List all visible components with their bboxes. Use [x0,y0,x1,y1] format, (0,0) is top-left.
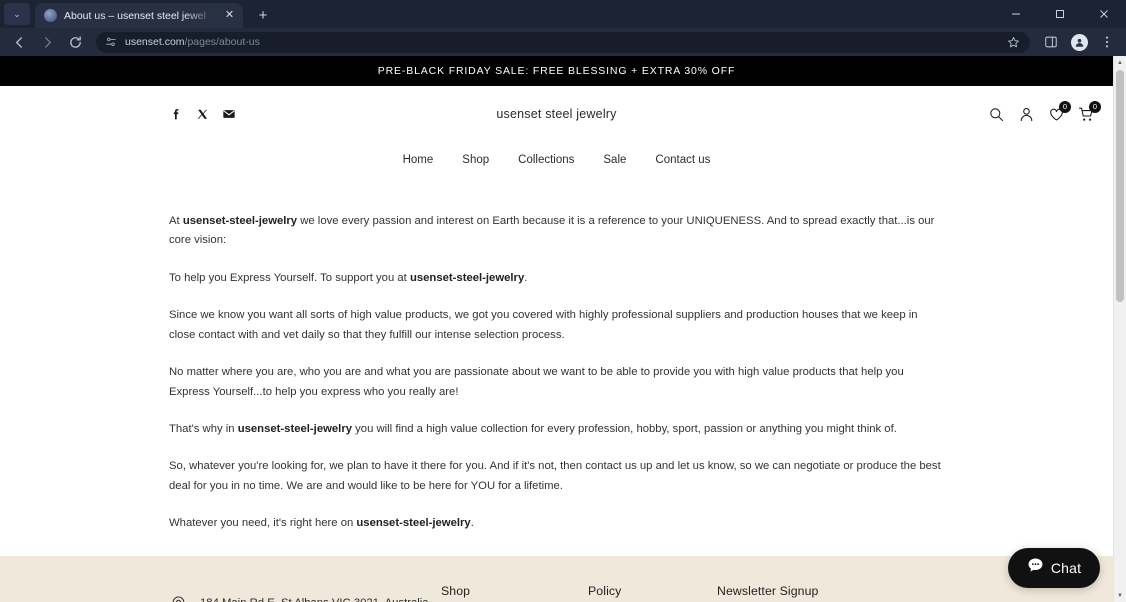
browser-menu-icon[interactable] [1094,29,1120,55]
bookmark-star-icon[interactable] [1007,36,1020,49]
browser-toolbar: usenset.com/pages/about-us [0,28,1126,56]
address-bar[interactable]: usenset.com/pages/about-us [96,31,1030,53]
paragraph-text: To help you Express Yourself. To support… [169,271,410,284]
nav-item-home[interactable]: Home [403,154,434,166]
account-icon[interactable] [1018,106,1035,123]
url-path: /pages/about-us [184,36,260,48]
footer-policy-column: Policy Privacy Policy [588,584,717,602]
scroll-up-arrow-icon[interactable]: ▲ [1114,56,1126,69]
footer-newsletter-column: Newsletter Signup Subscribe to our newsl… [717,584,967,602]
paragraph-text: So, whatever you're looking for, we plan… [169,460,941,492]
brand-term: usenset-steel-jewelry [409,271,525,284]
content-paragraph: At usenset-steel-jewelry we love every p… [169,212,943,251]
header-actions: 0 0 [988,100,1101,123]
reload-icon[interactable] [62,29,88,55]
content-paragraph: Since we know you want all sorts of high… [169,306,943,345]
footer-shop-column: Shop About us [441,584,588,602]
search-icon[interactable] [988,106,1005,123]
url-text: usenset.com/pages/about-us [125,36,260,48]
about-us-content: At usenset-steel-jewelry we love every p… [0,178,1113,534]
announcement-text: PRE-BLACK FRIDAY SALE: FREE BLESSING + E… [377,65,736,77]
wishlist-count-badge: 0 [1059,100,1071,113]
social-links [170,107,236,121]
footer-contact-column: 184 Main Rd E, St Albans VIC 3021, Austr… [169,584,441,602]
content-paragraph: To help you Express Yourself. To support… [169,269,943,288]
cart-count-badge: 0 [1089,100,1101,113]
paragraph-text: . [470,517,474,530]
site-logo[interactable]: usenset steel jewelry [0,86,1113,142]
main-navigation: Home Shop Collections Sale Contact us [0,142,1113,178]
page-scrollbar[interactable]: ▲ ▼ [1113,56,1126,602]
x-twitter-icon[interactable] [196,108,209,121]
forward-icon[interactable] [34,29,60,55]
page-viewport: PRE-BLACK FRIDAY SALE: FREE BLESSING + E… [0,56,1126,602]
profile-avatar[interactable] [1066,29,1092,55]
paragraph-text: Since we know you want all sorts of high… [169,309,918,341]
tab-search-button[interactable]: ⌄ [4,3,30,25]
paragraph-text: At [169,215,183,227]
paragraph-text: No matter where you are, who you are and… [169,366,904,398]
content-paragraph: No matter where you are, who you are and… [169,363,943,402]
scrollbar-thumb[interactable] [1116,70,1124,302]
nav-item-shop[interactable]: Shop [462,154,489,166]
paragraph-text: you will find a high value collection fo… [352,422,897,435]
back-icon[interactable] [6,29,32,55]
minimize-button[interactable] [994,0,1038,28]
content-paragraph: Whatever you need, it's right here on us… [169,514,943,533]
announcement-bar: PRE-BLACK FRIDAY SALE: FREE BLESSING + E… [0,56,1113,86]
new-tab-button[interactable]: + [251,3,275,27]
location-pin-icon [169,594,188,602]
content-paragraph: That's why in usenset-steel-jewelry you … [169,420,943,439]
chevron-down-icon: ⌄ [13,8,21,19]
scroll-down-arrow-icon[interactable]: ▼ [1114,589,1126,602]
close-window-button[interactable] [1082,0,1126,28]
site-header: usenset steel jewelry 0 0 [0,86,1113,142]
tab-title: About us – usenset steel jewel [64,9,206,22]
brand-term: usenset-steel-jewelry [182,215,298,227]
url-domain: usenset.com [125,36,185,48]
paragraph-text: . [524,271,528,284]
content-paragraph: So, whatever you're looking for, we plan… [169,457,943,496]
split-screen-icon[interactable] [1038,29,1064,55]
nav-item-sale[interactable]: Sale [603,154,626,166]
paragraph-text: Whatever you need, it's right here on [169,517,357,530]
chat-label: Chat [1050,560,1082,576]
footer-newsletter-title: Newsletter Signup [717,583,819,598]
brand-term: usenset-steel-jewelry [237,422,352,435]
chat-widget-button[interactable]: Chat [1008,548,1100,588]
brand-term: usenset-steel-jewelry [356,517,471,530]
maximize-button[interactable] [1038,0,1082,28]
site-logo-text: usenset steel jewelry [496,107,617,121]
site-footer: 184 Main Rd E, St Albans VIC 3021, Austr… [0,555,1113,602]
browser-window: ⌄ About us – usenset steel jewel ✕ + use… [0,0,1126,602]
footer-policy-title: Policy [588,583,622,598]
cart-icon[interactable]: 0 [1078,100,1101,123]
facebook-icon[interactable] [170,108,183,121]
footer-address-row: 184 Main Rd E, St Albans VIC 3021, Austr… [169,594,441,602]
wishlist-icon[interactable]: 0 [1048,100,1071,123]
favicon [44,9,57,22]
site-settings-icon[interactable] [105,36,117,48]
chat-bubble-icon [1027,557,1044,579]
email-icon[interactable] [222,107,236,121]
tab-strip: ⌄ About us – usenset steel jewel ✕ + [0,0,1126,28]
web-page: PRE-BLACK FRIDAY SALE: FREE BLESSING + E… [0,56,1113,602]
footer-address: 184 Main Rd E, St Albans VIC 3021, Austr… [200,597,429,602]
nav-item-contact-us[interactable]: Contact us [655,154,710,166]
window-controls [994,0,1126,28]
paragraph-text: That's why in [169,422,238,435]
browser-tab[interactable]: About us – usenset steel jewel ✕ [35,3,243,28]
close-icon[interactable]: ✕ [222,8,237,23]
nav-item-collections[interactable]: Collections [518,154,574,166]
footer-shop-title: Shop [441,583,471,598]
